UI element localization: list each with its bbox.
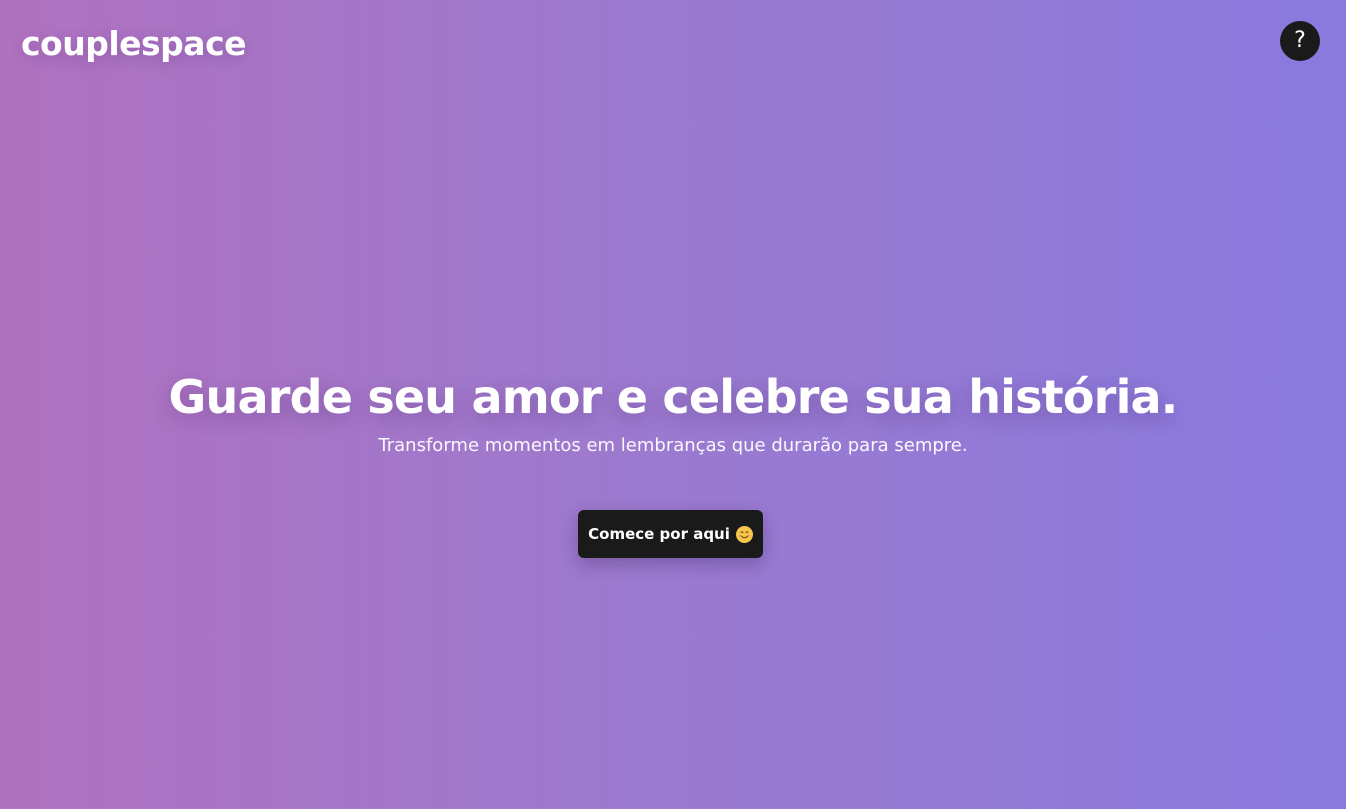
question-mark-icon: ?	[1294, 28, 1306, 53]
hero-subtitle: Transforme momentos em lembranças que du…	[378, 435, 968, 456]
hero-title: Guarde seu amor e celebre sua história.	[168, 370, 1179, 424]
logo[interactable]: couplespace	[21, 24, 247, 64]
help-button[interactable]: ?	[1280, 21, 1320, 61]
get-started-button[interactable]: Comece por aqui	[578, 510, 763, 558]
hero-section: Guarde seu amor e celebre sua história. …	[0, 366, 1346, 458]
get-started-label: Comece por aqui	[588, 525, 730, 543]
smiling-face-icon	[735, 525, 753, 543]
